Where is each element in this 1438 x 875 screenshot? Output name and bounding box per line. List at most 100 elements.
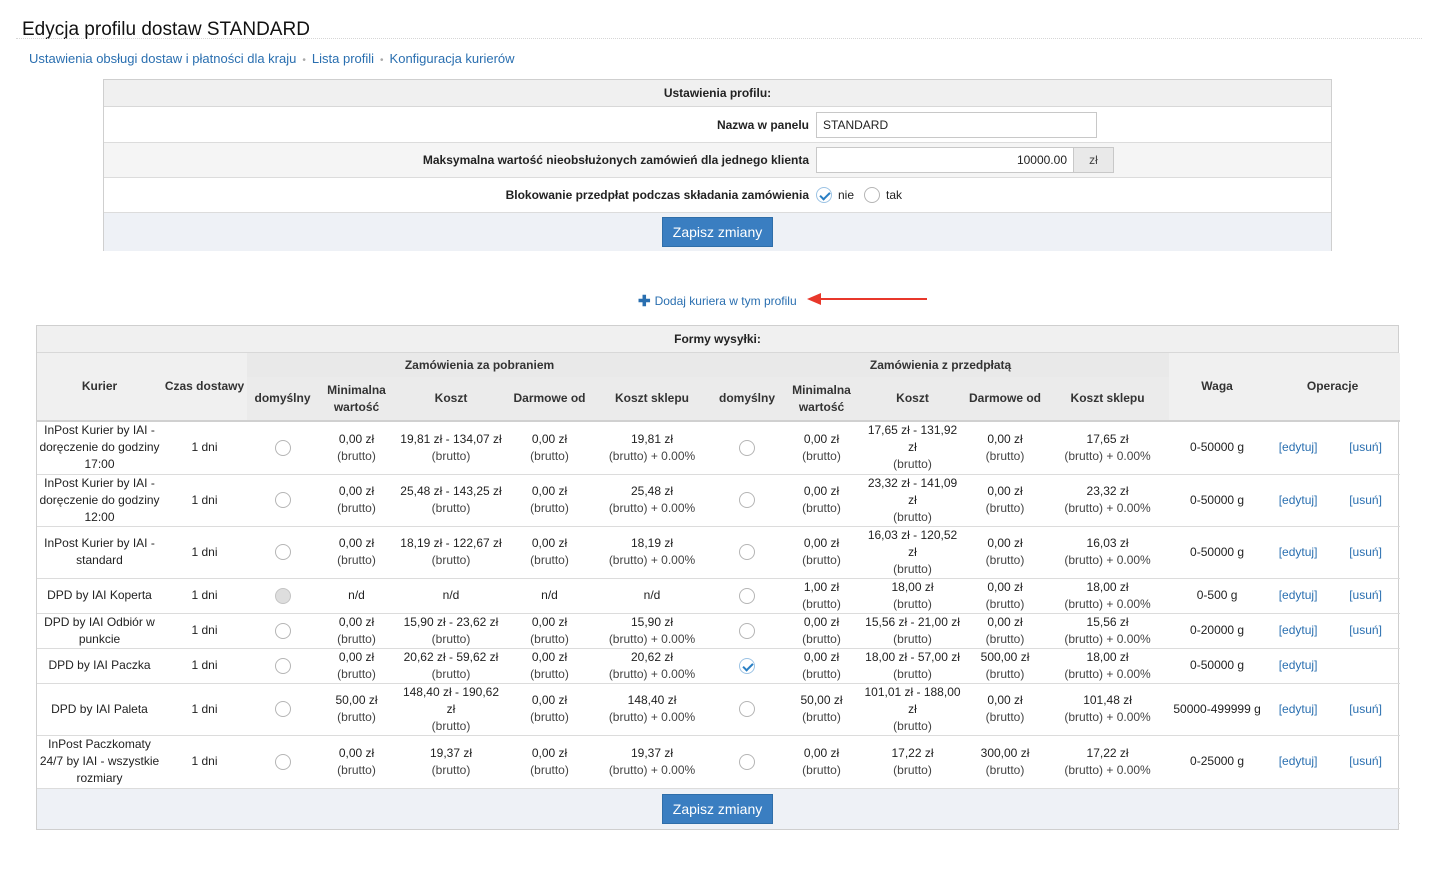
col-header-cod-min: Minimalna wartość — [318, 377, 395, 421]
edit-link[interactable]: [edytuj] — [1279, 493, 1318, 507]
price-note: (brutto) — [337, 631, 376, 646]
delete-link[interactable]: [usuń] — [1349, 440, 1382, 454]
max-value-input[interactable] — [816, 147, 1074, 173]
add-courier-link[interactable]: ✚ Dodaj kuriera w tym profilu — [638, 292, 797, 310]
price-note: (brutto) — [985, 448, 1025, 463]
cod-free-cell: 0,00 zł (brutto) — [507, 421, 592, 475]
cod-default-radio[interactable] — [274, 622, 291, 639]
radio-yes[interactable] — [864, 187, 881, 203]
edit-link[interactable]: [edytuj] — [1279, 754, 1318, 768]
delete-link[interactable]: [usuń] — [1349, 545, 1382, 559]
price-value: 15,90 zł — [630, 614, 674, 629]
edit-cell: [edytuj] — [1265, 578, 1332, 614]
pre-cost-cell: 18,00 zł - 57,00 zł (brutto) — [861, 648, 965, 684]
col-header-cod-cost: Koszt — [395, 377, 507, 421]
price-value: 17,65 zł - 131,92 zł — [867, 423, 958, 455]
edit-cell: [edytuj] — [1265, 421, 1332, 475]
price-value: 0,00 zł — [531, 484, 568, 498]
edit-link[interactable]: [edytuj] — [1279, 702, 1318, 716]
cod-free-cell: 0,00 zł (brutto) — [507, 683, 592, 736]
price-value: 0,00 zł — [987, 484, 1023, 498]
pre-default-radio[interactable] — [739, 587, 756, 604]
cod-default-radio[interactable] — [274, 440, 291, 457]
pre-default-radio[interactable] — [739, 701, 756, 718]
delete-cell: [usuń] — [1331, 474, 1401, 527]
weight-cell: 0-50000 g — [1169, 648, 1266, 684]
table-row: DPD by IAI Paleta 1 dni 50,00 zł (brutto) 14… — [37, 683, 1401, 736]
pre-default-radio[interactable] — [739, 492, 756, 509]
price-value: 19,37 zł — [429, 745, 473, 760]
price-note: (brutto) — [985, 666, 1025, 681]
price-value: 0,00 zł — [531, 745, 568, 760]
pre-default-radio[interactable] — [739, 657, 756, 674]
price-value: 50,00 zł — [800, 693, 843, 707]
breadcrumb-link-country-settings[interactable]: Ustawienia obsługi dostaw i płatności dl… — [29, 51, 296, 66]
price-value: 300,00 zł — [980, 745, 1030, 760]
price-note: (brutto) — [530, 553, 569, 567]
price-value: 0,00 zł — [338, 536, 375, 550]
weight-cell: 0-50000 g — [1169, 474, 1266, 527]
cod-cost-cell: 19,37 zł (brutto) — [395, 735, 507, 789]
price-note: (brutto) — [802, 596, 841, 611]
price-note: (brutto) — [893, 561, 932, 576]
price-value: n/d — [348, 588, 365, 602]
edit-link[interactable]: [edytuj] — [1279, 623, 1318, 637]
price-note: (brutto) — [802, 553, 841, 567]
price-value: 101,48 zł — [1083, 693, 1132, 707]
cod-default-radio[interactable] — [274, 753, 291, 770]
cod-default-radio[interactable] — [274, 492, 291, 509]
title-divider — [16, 38, 1422, 39]
pre-default-radio[interactable] — [739, 544, 756, 561]
cod-shop-cell: 19,81 zł (brutto) + 0.00% — [592, 421, 713, 475]
price-value: 0,00 zł — [803, 484, 840, 498]
delete-link[interactable]: [usuń] — [1349, 623, 1382, 637]
delete-cell: [usuń] — [1331, 735, 1401, 789]
pre-default-cell — [712, 683, 783, 736]
cod-default-cell — [247, 578, 318, 614]
price-note: (brutto) + 0.00% — [608, 553, 696, 567]
price-value: 0,00 zł — [987, 693, 1023, 707]
pre-default-radio[interactable] — [739, 622, 756, 639]
pre-default-cell — [712, 474, 783, 527]
pre-default-radio[interactable] — [739, 753, 756, 770]
edit-link[interactable]: [edytuj] — [1279, 440, 1318, 454]
price-value: 19,37 zł — [630, 745, 674, 760]
price-value: 19,81 zł — [630, 431, 674, 446]
pre-cost-cell: 15,56 zł - 21,00 zł (brutto) — [861, 613, 965, 649]
price-note: (brutto) + 0.00% — [1064, 762, 1151, 777]
pre-default-radio[interactable] — [739, 440, 756, 457]
cod-shop-cell: 148,40 zł (brutto) + 0.00% — [592, 683, 713, 736]
cod-default-cell — [247, 683, 318, 736]
delete-link[interactable]: [usuń] — [1349, 588, 1382, 602]
edit-link[interactable]: [edytuj] — [1279, 545, 1318, 559]
save-forms-button[interactable]: Zapisz zmiany — [661, 794, 774, 824]
save-settings-button[interactable]: Zapisz zmiany — [661, 217, 774, 247]
cod-default-radio[interactable] — [274, 657, 291, 674]
price-note: (brutto) — [802, 666, 841, 681]
delete-link[interactable]: [usuń] — [1349, 493, 1382, 507]
name-input[interactable] — [816, 111, 1097, 138]
price-value: 0,00 zł — [803, 536, 840, 550]
breadcrumb: Ustawienia obsługi dostaw i płatności dl… — [29, 51, 515, 66]
radio-no[interactable] — [816, 187, 832, 203]
cod-default-radio[interactable] — [274, 544, 291, 561]
price-value: 0,00 zł — [531, 431, 568, 446]
pre-shop-cell: 23,32 zł (brutto) + 0.00% — [1046, 474, 1170, 527]
price-value: 0,00 zł — [803, 745, 840, 760]
delete-link[interactable]: [usuń] — [1349, 702, 1382, 716]
cod-default-radio[interactable] — [274, 701, 291, 718]
breadcrumb-link-profile-list[interactable]: Lista profili — [312, 51, 374, 66]
pre-default-cell — [712, 578, 783, 614]
price-note: (brutto) + 0.00% — [1064, 710, 1151, 724]
breadcrumb-link-courier-config[interactable]: Konfiguracja kurierów — [390, 51, 515, 66]
price-note: (brutto) — [337, 448, 376, 463]
price-value: 0,00 zł — [987, 536, 1023, 550]
col-header-courier: Kurier — [37, 353, 162, 421]
pre-shop-cell: 18,00 zł (brutto) + 0.00% — [1046, 648, 1170, 684]
edit-link[interactable]: [edytuj] — [1279, 658, 1318, 672]
edit-link[interactable]: [edytuj] — [1279, 588, 1318, 602]
price-note: (brutto) — [985, 631, 1025, 646]
pre-min-cell: 1,00 zł (brutto) — [782, 578, 862, 614]
price-note: (brutto) — [802, 501, 841, 515]
delete-link[interactable]: [usuń] — [1349, 754, 1382, 768]
